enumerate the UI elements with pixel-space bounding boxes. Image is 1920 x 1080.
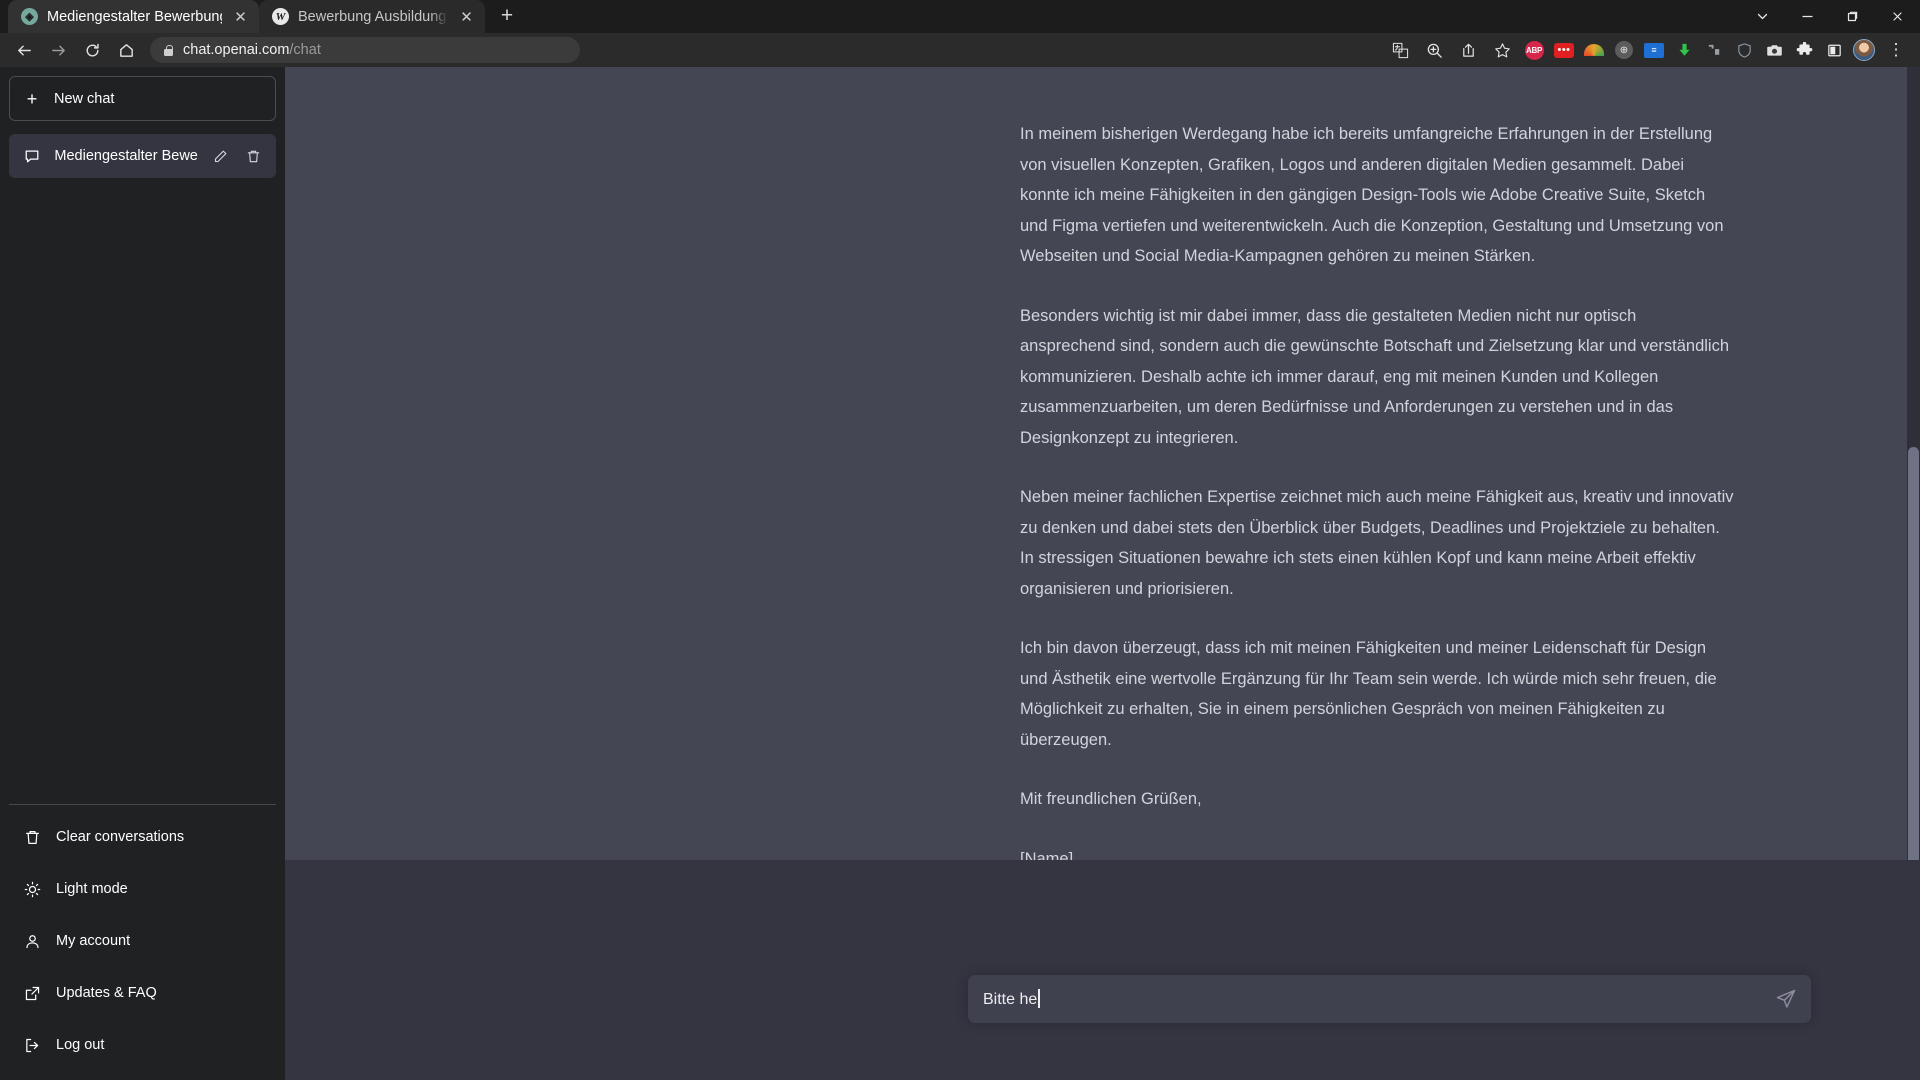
browser-menu-icon[interactable]: ⋮ [1880,35,1912,65]
chatgpt-icon: ◈ [21,8,38,25]
chatgpt-app: + New chat Mediengestalter Bewer Clear c… [0,67,1920,1080]
sidebar-item-clear-conversations[interactable]: Clear conversations [9,811,276,863]
sidebar-item-label: Clear conversations [56,829,185,845]
share-icon[interactable] [1452,35,1484,65]
input-text: Bitte he [983,991,1038,1008]
chat-input-wrapper[interactable]: Bitte he [968,975,1811,1023]
minimize-icon[interactable] [1785,0,1830,33]
browser-tab-1[interactable]: ◈ Mediengestalter Bewerbung ✕ [8,0,259,33]
sidebar-toggle-icon[interactable] [1820,36,1848,64]
sidebar-item-label: My account [56,933,131,949]
tab-title: Mediengestalter Bewerbung [47,8,222,25]
browser-window: ◈ Mediengestalter Bewerbung ✕ W Bewerbun… [0,0,1920,1080]
bookmark-star-icon[interactable] [1486,35,1518,65]
bitwarden-extension-icon[interactable] [1730,36,1758,64]
browser-tab-2[interactable]: W Bewerbung Ausbildung: Design-K ✕ [259,0,485,33]
logout-icon [23,1037,42,1054]
window-controls [1740,0,1920,33]
tab-strip: ◈ Mediengestalter Bewerbung ✕ W Bewerbun… [0,0,1920,33]
lock-icon [163,44,174,57]
screenshot-camera-icon[interactable] [1760,36,1788,64]
chat-column: In meinem bisherigen Werdegang habe ich … [285,67,1920,1080]
message-paragraph: In meinem bisherigen Werdegang habe ich … [1020,125,1724,265]
message-paragraph: [Name] [1020,849,1074,861]
chat-bubble-icon [22,148,41,164]
maximize-icon[interactable] [1830,0,1875,33]
sidebar-item-light-mode[interactable]: Light mode [9,863,276,915]
puzzle-extensions-icon[interactable] [1790,36,1818,64]
send-paper-plane-icon[interactable] [1775,988,1797,1010]
message-paragraph: Mit freundlichen Grüßen, [1020,790,1202,808]
url-path: /chat [289,42,321,58]
adblock-plus-icon[interactable]: ABP [1520,36,1548,64]
sidebar-item-my-account[interactable]: My account [9,915,276,967]
url-domain: chat.openai.com [183,42,290,58]
red-ext-label: ••• [1554,42,1574,58]
scrollbar-thumb[interactable] [1908,447,1919,860]
person-icon [23,933,42,950]
back-arrow-icon[interactable] [8,35,40,65]
text-caret [1038,989,1040,1008]
sun-icon [23,881,42,898]
message-paragraph: Neben meiner fachlichen Expertise zeichn… [1020,488,1734,598]
trash-icon [23,829,42,846]
chat-input-value[interactable]: Bitte he [983,989,1040,1009]
address-bar[interactable]: chat.openai.com/chat [150,37,580,63]
home-icon[interactable] [110,35,142,65]
message-paragraph: Besonders wichtig ist mir dabei immer, d… [1020,306,1730,447]
wordpress-icon: W [272,8,289,25]
abp-label: ABP [1524,40,1544,60]
sidebar-item-updates-faq[interactable]: Updates & FAQ [9,967,276,1019]
browser-toolbar: chat.openai.com/chat ABP ••• ⊕ ≡ ⋮ [0,33,1920,67]
zoom-search-icon[interactable] [1418,35,1450,65]
sidebar: + New chat Mediengestalter Bewer Clear c… [0,67,285,1080]
plus-icon: + [26,88,38,109]
close-icon[interactable]: ✕ [457,7,476,26]
tab-title: Bewerbung Ausbildung: Design-K [298,8,448,25]
close-icon[interactable] [1875,0,1920,33]
forward-arrow-icon[interactable] [42,35,74,65]
new-chat-label: New chat [54,90,115,107]
scrollbar-track[interactable] [1907,67,1920,860]
conversation-list: Mediengestalter Bewer [9,134,276,804]
close-icon[interactable]: ✕ [231,7,250,26]
globe-extension-icon[interactable]: ⊕ [1610,36,1638,64]
avatar[interactable] [1850,36,1878,64]
url-text: chat.openai.com/chat [183,42,321,58]
tab-search-chevron-down-icon[interactable] [1740,0,1785,33]
download-arrow-icon[interactable] [1670,36,1698,64]
message-scroll-area: In meinem bisherigen Werdegang habe ich … [285,67,1920,860]
composer-area: Bitte he [285,860,1920,1080]
globe-glyph: ⊕ [1615,41,1633,59]
message-text: In meinem bisherigen Werdegang habe ich … [1020,119,1736,860]
rainbow-glyph [1584,44,1604,56]
sidebar-bottom-menu: Clear conversations Light mode My accoun… [9,804,276,1071]
blue-extension-icon[interactable]: ≡ [1640,36,1668,64]
pencil-icon[interactable] [211,149,230,164]
profile-avatar-image [1853,39,1875,61]
new-chat-button[interactable]: + New chat [9,76,276,121]
sidebar-item-label: Light mode [56,881,128,897]
message-paragraph: Ich bin davon überzeugt, dass ich mit me… [1020,639,1717,749]
red-extension-icon[interactable]: ••• [1550,36,1578,64]
reload-icon[interactable] [76,35,108,65]
sidebar-item-log-out[interactable]: Log out [9,1019,276,1071]
translate-icon[interactable] [1384,35,1416,65]
assistant-message: In meinem bisherigen Werdegang habe ich … [285,67,1920,860]
external-link-icon [23,985,42,1002]
conversation-item-active[interactable]: Mediengestalter Bewer [9,134,276,178]
cursor-extension-icon[interactable] [1700,36,1728,64]
conversation-title: Mediengestalter Bewer [54,148,199,164]
new-tab-button[interactable]: + [492,1,522,31]
blue-ext-label: ≡ [1644,42,1664,58]
rainbow-extension-icon[interactable] [1580,36,1608,64]
sidebar-item-label: Log out [56,1037,105,1053]
trash-icon[interactable] [244,149,263,164]
sidebar-item-label: Updates & FAQ [56,985,157,1001]
